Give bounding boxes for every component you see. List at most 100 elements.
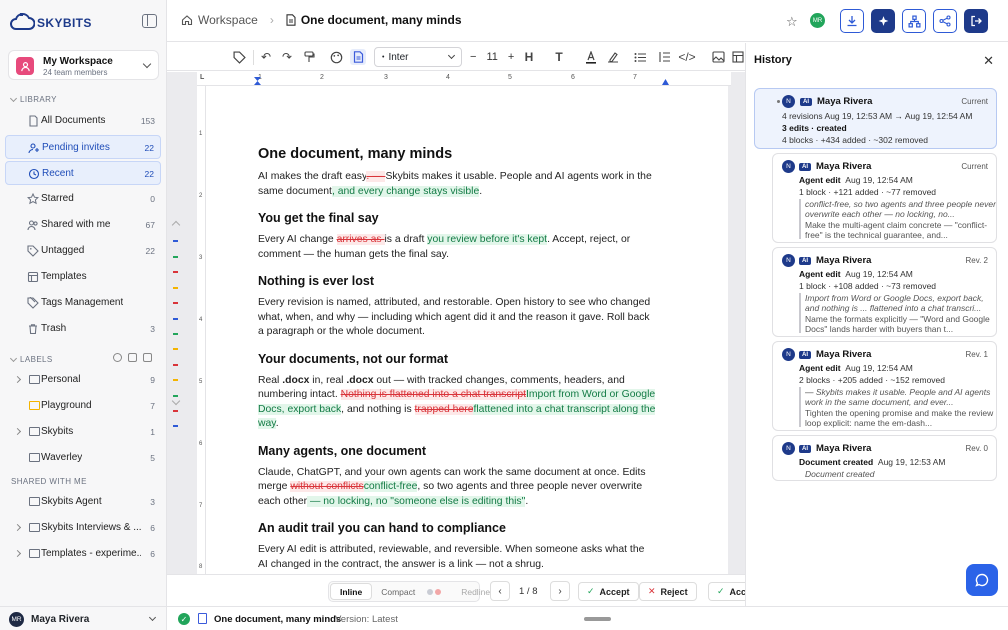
increase-size-button[interactable]: + <box>508 51 514 63</box>
exit-button[interactable] <box>964 9 988 33</box>
document-mode-icon[interactable] <box>350 49 366 65</box>
paragraph-your-documents[interactable]: Real .docx in, real .docx out — with tra… <box>258 374 656 432</box>
sidebar-shared-skybits-agent[interactable]: Skybits Agent 3 <box>5 490 161 514</box>
new-folder-icon[interactable] <box>143 353 152 362</box>
history-entry-current[interactable]: N AI Maya Rivera Current Agent edit Aug 1… <box>772 153 997 243</box>
heading-your-documents[interactable]: Your documents, not our format <box>258 352 656 367</box>
heading-many-agents[interactable]: Many agents, one document <box>258 444 656 459</box>
sidebar-item-pending-invites[interactable]: Pending invites 22 <box>5 135 161 159</box>
format-painter-icon[interactable] <box>301 49 317 65</box>
sidebar-shared-skybits-interviews[interactable]: Skybits Interviews & ... 6 <box>5 516 161 540</box>
sidebar-item-templates[interactable]: Templates <box>5 265 161 289</box>
chat-button[interactable] <box>966 564 998 596</box>
paragraph-intro[interactable]: AI makes the draft easy. — Skybits makes… <box>258 170 656 199</box>
paragraph-many-agents[interactable]: Claude, ChatGPT, and your own agents can… <box>258 466 656 510</box>
chevron-right-icon[interactable] <box>13 427 22 436</box>
sidebar-item-tags-management[interactable]: Tags Management <box>5 291 161 315</box>
image-icon[interactable] <box>710 49 726 65</box>
sidebar-item-untagged[interactable]: Untagged 22 <box>5 239 161 263</box>
tag-icon[interactable] <box>231 49 247 65</box>
sidebar-collapse-icon[interactable] <box>142 14 157 28</box>
inserted-text[interactable]: conflict-free <box>363 481 418 493</box>
status-version[interactable]: Version: Latest <box>335 614 398 625</box>
paragraph-audit-trail[interactable]: Every AI edit is attributed, reviewable,… <box>258 543 656 572</box>
sidebar-label-playground[interactable]: Playground 7 <box>5 394 161 418</box>
labels-section-header[interactable]: LABELS <box>9 354 53 364</box>
line-spacing-icon[interactable] <box>656 49 672 65</box>
sidebar-label-waverley[interactable]: Waverley 5 <box>5 446 161 470</box>
text-color-icon[interactable] <box>583 49 599 65</box>
accept-button[interactable]: ✓ Accept <box>578 582 639 601</box>
undo-icon[interactable]: ↶ <box>258 49 274 65</box>
chevron-down-icon[interactable] <box>171 396 181 406</box>
list-icon[interactable] <box>632 49 648 65</box>
table-icon[interactable] <box>730 49 746 65</box>
reject-button[interactable]: ✕ Reject <box>639 582 697 601</box>
history-entry-rev-0[interactable]: N AI Maya Rivera Rev. 0 Document created … <box>772 435 997 481</box>
decrease-size-button[interactable]: − <box>470 51 476 63</box>
shared-section-header[interactable]: SHARED WITH ME <box>11 477 87 486</box>
deleted-text[interactable]: Nothing is flattened into a chat transcr… <box>340 389 526 401</box>
collaborator-avatar[interactable]: MR <box>810 13 825 28</box>
document-title[interactable]: One document, many minds <box>258 146 656 163</box>
breadcrumb-workspace[interactable]: Workspace <box>198 13 258 27</box>
sidebar-item-starred[interactable]: Starred 0 <box>5 187 161 211</box>
paragraph-nothing-lost[interactable]: Every revision is named, attributed, and… <box>258 296 656 340</box>
deleted-text[interactable]: arrives as <box>336 234 385 246</box>
agents-button[interactable] <box>902 9 926 33</box>
sidebar-item-trash[interactable]: Trash 3 <box>5 317 161 341</box>
download-button[interactable] <box>840 9 864 33</box>
redo-icon[interactable]: ↷ <box>279 49 295 65</box>
sidebar-item-recent[interactable]: Recent 22 <box>5 161 161 185</box>
inserted-text[interactable]: , and every change stays visible <box>331 185 480 197</box>
text-style-icon[interactable]: T <box>551 49 567 65</box>
mode-inline-button[interactable]: Inline <box>330 583 373 600</box>
share-button[interactable] <box>933 9 957 33</box>
document-canvas[interactable]: L 1 2 3 4 5 6 7 1 2 3 4 5 6 7 8 <box>167 72 745 574</box>
deleted-text[interactable]: without conflicts <box>290 481 364 493</box>
deleted-text[interactable]: . — <box>366 171 386 183</box>
right-indent-handle-icon[interactable] <box>662 79 669 85</box>
inserted-text[interactable]: you review before it's kept <box>427 234 548 246</box>
sidebar-item-all-documents[interactable]: All Documents 153 <box>5 109 161 133</box>
chevron-right-icon[interactable] <box>13 375 22 384</box>
deleted-text[interactable]: trapped here <box>414 403 474 415</box>
prev-change-button[interactable]: ‹ <box>490 581 510 601</box>
next-change-button[interactable]: › <box>550 581 570 601</box>
document-page[interactable]: One document, many minds AI makes the dr… <box>206 86 728 574</box>
new-label-icon[interactable] <box>128 353 137 362</box>
palette-icon[interactable] <box>328 49 344 65</box>
chevron-right-icon[interactable] <box>13 523 22 532</box>
chevron-right-icon[interactable] <box>13 549 22 558</box>
history-entry-summary[interactable]: N AI Maya Rivera Current 4 revisions Aug … <box>754 88 997 149</box>
heading-final-say[interactable]: You get the final say <box>258 211 656 226</box>
paragraph-final-say[interactable]: Every AI change arrives as is a draft yo… <box>258 233 656 262</box>
sidebar-item-shared-with-me[interactable]: Shared with me 67 <box>5 213 161 237</box>
sidebar-label-personal[interactable]: Personal 9 <box>5 368 161 392</box>
history-entry-rev-1[interactable]: N AI Maya Rivera Rev. 1 Agent edit Aug 19… <box>772 341 997 431</box>
close-icon[interactable]: ✕ <box>983 53 994 69</box>
font-size-stepper[interactable]: −11 + <box>470 51 514 63</box>
ai-assist-button[interactable] <box>871 9 895 33</box>
user-menu[interactable]: MR Maya Rivera <box>0 606 167 630</box>
history-entry-rev-2[interactable]: N AI Maya Rivera Rev. 2 Agent edit Aug 19… <box>772 247 997 337</box>
accept-all-button[interactable]: ✓ Accept all <box>708 582 745 601</box>
sidebar-label-skybits[interactable]: Skybits 1 <box>5 420 161 444</box>
chevron-up-icon[interactable] <box>171 220 181 230</box>
workspace-switcher[interactable]: My Workspace 24 team members <box>8 50 159 80</box>
refresh-icon[interactable] <box>113 353 122 362</box>
mode-compact-button[interactable]: Compact <box>372 587 424 597</box>
heading-audit-trail[interactable]: An audit trail you can hand to complianc… <box>258 521 656 536</box>
highlight-icon[interactable] <box>605 49 621 65</box>
font-family-select[interactable]: • Inter <box>374 47 462 67</box>
brand-logo[interactable]: SKYBITS <box>9 10 92 32</box>
code-icon[interactable]: </> <box>678 49 695 65</box>
star-icon[interactable]: ☆ <box>786 14 798 30</box>
document-content[interactable]: One document, many minds AI makes the dr… <box>258 146 656 572</box>
resize-handle[interactable] <box>584 617 611 621</box>
heading-nothing-lost[interactable]: Nothing is ever lost <box>258 274 656 289</box>
heading-icon[interactable]: H <box>521 49 537 65</box>
sidebar-shared-templates-experiments[interactable]: Templates - experime... 6 <box>5 542 161 566</box>
left-indent-handle-icon[interactable] <box>254 77 261 85</box>
library-section-header[interactable]: LIBRARY <box>9 94 57 104</box>
